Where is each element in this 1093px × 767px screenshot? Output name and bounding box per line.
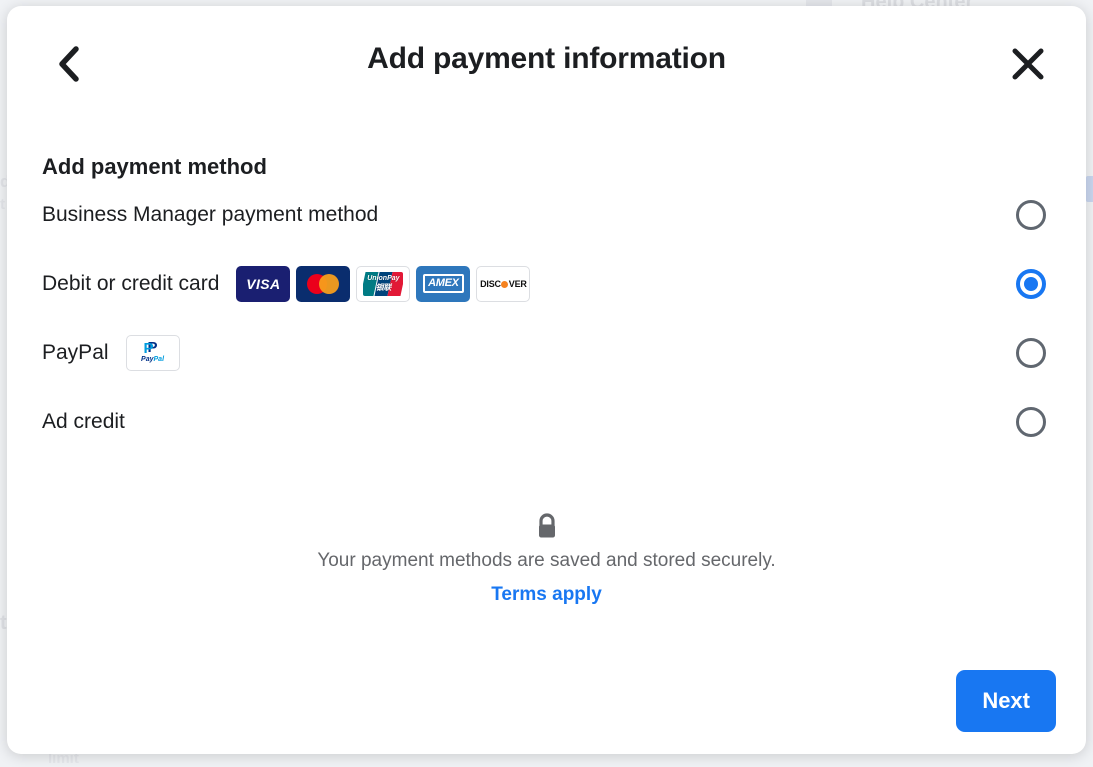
payment-option-ad-credit[interactable]: Ad credit <box>37 387 1056 456</box>
close-icon <box>1011 47 1045 81</box>
dialog-footer: Next <box>956 670 1056 732</box>
background-blue-sliver <box>1086 176 1093 202</box>
background-fragment-3: t <box>0 612 7 635</box>
unionpay-chinese-wordmark: 银联 <box>376 283 391 292</box>
paypal-brand-logo: PP PayPal <box>126 335 180 371</box>
dialog-body: Add payment method Business Manager paym… <box>7 154 1086 606</box>
close-button[interactable] <box>1000 36 1056 92</box>
visa-wordmark: VISA <box>246 276 280 292</box>
unionpay-wordmark: UnionPay <box>367 275 399 282</box>
next-button[interactable]: Next <box>956 670 1056 732</box>
payment-option-business-manager[interactable]: Business Manager payment method <box>37 180 1056 249</box>
discover-orange-dot <box>501 281 508 288</box>
payment-option-label: Business Manager payment method <box>42 203 378 227</box>
discover-wordmark: DISCVER <box>480 279 527 289</box>
paypal-icon: PP PayPal <box>126 335 180 371</box>
lock-icon <box>534 512 560 542</box>
card-brand-logos: VISA UnionPay 银联 <box>236 266 530 302</box>
amex-icon: AMEX <box>416 266 470 302</box>
secure-notice: Your payment methods are saved and store… <box>37 512 1056 606</box>
payment-option-paypal[interactable]: PayPal PP PayPal <box>37 318 1056 387</box>
terms-apply-link[interactable]: Terms apply <box>491 584 602 606</box>
secure-notice-text: Your payment methods are saved and store… <box>37 548 1056 574</box>
radio-business-manager[interactable] <box>1016 200 1046 230</box>
radio-ad-credit[interactable] <box>1016 407 1046 437</box>
payment-option-label: PayPal <box>42 341 109 365</box>
amex-wordmark: AMEX <box>423 274 464 293</box>
add-payment-information-dialog: Add payment information Add payment meth… <box>7 6 1086 754</box>
radio-debit-credit-card[interactable] <box>1016 269 1046 299</box>
page-title: Add payment information <box>7 42 1086 76</box>
mastercard-orange-circle <box>319 274 339 294</box>
dialog-header: Add payment information <box>7 6 1086 118</box>
payment-option-debit-credit-card[interactable]: Debit or credit card VISA UnionPay <box>37 249 1056 318</box>
background-fragment-2: t <box>0 196 5 213</box>
visa-icon: VISA <box>236 266 290 302</box>
section-heading: Add payment method <box>42 154 1056 180</box>
discover-icon: DISCVER <box>476 266 530 302</box>
unionpay-bars: UnionPay 银联 <box>363 272 403 296</box>
radio-paypal[interactable] <box>1016 338 1046 368</box>
mastercard-icon <box>296 266 350 302</box>
payment-option-label: Ad credit <box>42 410 125 434</box>
paypal-mark: PP <box>148 341 158 355</box>
unionpay-icon: UnionPay 银联 <box>356 266 410 302</box>
paypal-wordmark: PayPal <box>141 356 164 364</box>
payment-option-label: Debit or credit card <box>42 272 219 296</box>
